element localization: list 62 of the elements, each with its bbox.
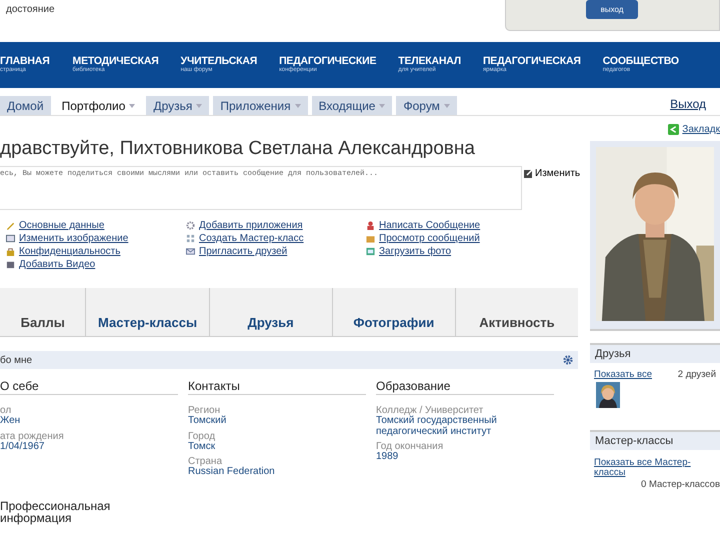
field-value[interactable]: Russian Federation [188, 467, 366, 478]
pencil-icon [6, 221, 15, 230]
column-heading: О себе [0, 379, 178, 395]
field-value[interactable]: Жен [0, 416, 178, 426]
field-value[interactable]: Томский государственный педагогический институт [376, 416, 554, 437]
share-icon [668, 124, 680, 135]
image-icon [6, 234, 15, 243]
action-link[interactable]: Пригласить друзей [186, 246, 366, 257]
edit-icon [524, 168, 534, 178]
tab[interactable]: Друзья [146, 96, 210, 115]
action-link[interactable]: Загрузить фото [366, 246, 546, 257]
column-heading: Контакты [188, 379, 366, 395]
section-title: бо мне [0, 354, 32, 366]
tab[interactable]: Домой [0, 96, 51, 115]
show-all-link[interactable]: Показать все [594, 369, 652, 380]
field-label: Страна [188, 456, 222, 467]
stat-tab[interactable]: Фотографии [332, 288, 456, 336]
action-link[interactable]: Конфиденциальность [6, 246, 186, 257]
action-link[interactable]: Основные данные [6, 220, 186, 231]
tab[interactable]: Форум [396, 96, 457, 115]
action-link[interactable]: Добавить Видео [6, 259, 186, 270]
action-link[interactable]: Написать Сообщение [366, 220, 546, 231]
field-label: Город [188, 430, 216, 442]
stat-tab[interactable]: Активность [456, 288, 578, 336]
field-label: Регион [188, 405, 220, 416]
field-value[interactable]: 1989 [376, 452, 554, 462]
stat-tab[interactable]: Мастер-классы [86, 288, 210, 336]
mail-icon [186, 247, 195, 256]
photo-icon [366, 247, 375, 256]
field-label: Год окончания [376, 441, 444, 452]
sidebar-heading: Друзья [590, 343, 720, 363]
section-heading: Профессиональная информация [0, 500, 112, 525]
logout-button[interactable]: выход [586, 0, 638, 19]
greeting-heading: дравствуйте, Пихтовникова Светлана Александровна [0, 138, 476, 160]
field-label: ол [0, 405, 12, 416]
settings-icon[interactable] [563, 355, 573, 365]
action-link[interactable]: Добавить приложения [186, 220, 366, 231]
gear-icon [186, 221, 195, 230]
column-heading: Образование [376, 379, 554, 395]
action-link[interactable]: Создать Мастер-класс [186, 233, 366, 244]
field-label: ата рождения [0, 430, 65, 442]
show-all-link[interactable]: Показать все Мастер-классы [594, 458, 716, 479]
site-tagline: достояние [5, 3, 55, 15]
action-link[interactable]: Изменить изображение [6, 233, 186, 244]
lock-icon [6, 247, 15, 256]
field-value[interactable]: 1/04/1967 [0, 442, 178, 452]
field-value[interactable]: Томск [188, 442, 366, 452]
bookmarks-link[interactable]: Закладк [668, 124, 720, 135]
sidebar-heading: Мастер-классы [590, 430, 720, 450]
grid-icon [186, 234, 195, 243]
field-value[interactable]: Томский [188, 416, 366, 426]
person-icon [366, 221, 375, 230]
masterclass-count: 0 Мастер-классов [641, 478, 720, 490]
stat-tab[interactable]: Баллы [0, 288, 86, 336]
tab[interactable]: Приложения [213, 96, 308, 115]
stat-tab[interactable]: Друзья [210, 288, 333, 336]
friends-count: 2 друзей [678, 369, 716, 380]
logout-link[interactable]: Выход [670, 96, 706, 110]
tab[interactable]: Входящие [312, 96, 392, 115]
edit-link[interactable]: Изменить [524, 168, 580, 179]
field-label: Колледж / Университет [376, 405, 484, 416]
action-link[interactable]: Просмотр сообщений [366, 233, 546, 244]
